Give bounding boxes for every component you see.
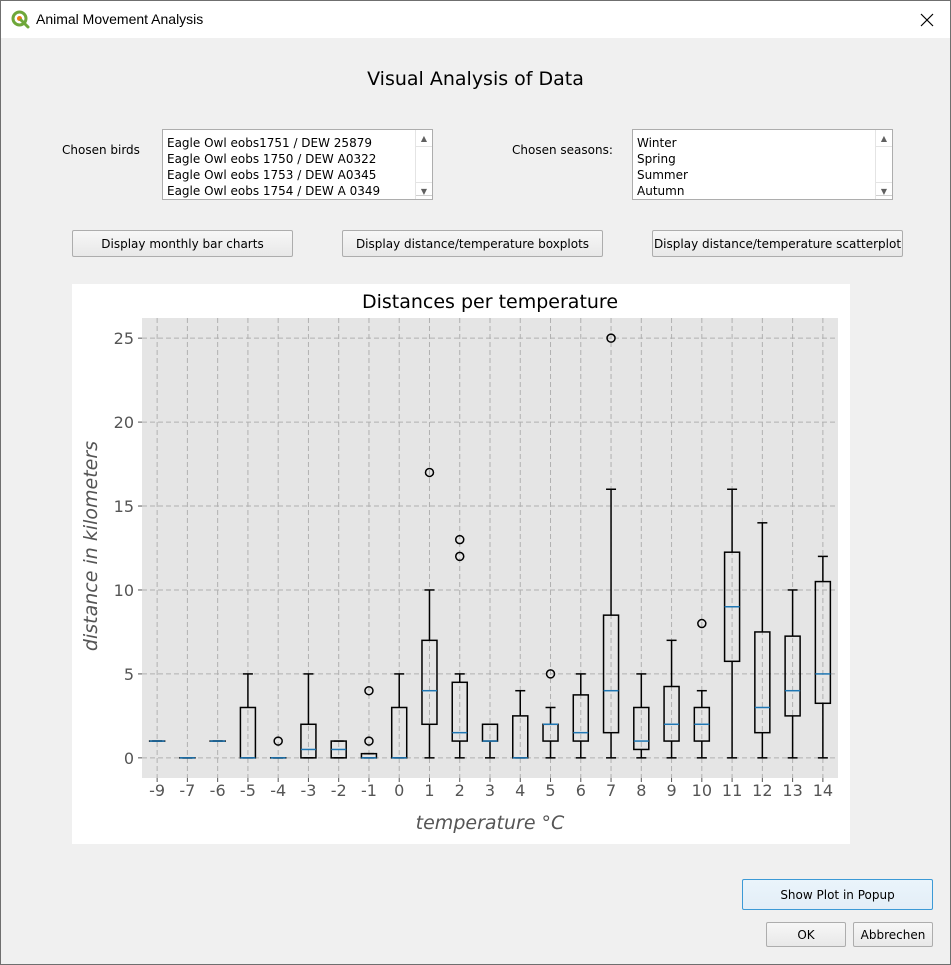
x-tick-label: -3	[300, 781, 316, 800]
x-tick-label: 2	[455, 781, 465, 800]
x-tick-label: -7	[179, 781, 195, 800]
cancel-button[interactable]: Abbrechen	[853, 922, 933, 947]
birds-label: Chosen birds	[62, 143, 140, 157]
y-axis-label: distance in kilometers	[80, 441, 102, 651]
x-tick-label: -2	[331, 781, 347, 800]
x-axis-label: temperature °C	[416, 812, 565, 834]
page-heading: Visual Analysis of Data	[367, 68, 584, 90]
plot-canvas: Distances per temperature 0 5 10 15 20 25 -9-…	[72, 284, 850, 844]
x-tick-label: 11	[722, 781, 742, 800]
window-title: Animal Movement Analysis	[36, 11, 204, 27]
x-tick-label: 1	[424, 781, 434, 800]
bird-list-item[interactable]: Eagle Owl eobs 1754 / DEW A 0349	[167, 183, 380, 199]
show-plot-popup-button[interactable]: Show Plot in Popup	[742, 879, 933, 910]
y-tick-label: 0	[124, 749, 134, 768]
qgis-logo-icon	[11, 10, 30, 29]
x-tick-label: 8	[636, 781, 646, 800]
seasons-list-items: Winter Spring Summer Autumn	[637, 135, 688, 199]
seasons-label: Chosen seasons:	[512, 143, 613, 157]
x-tick-label: 3	[485, 781, 495, 800]
x-tick-label: -4	[270, 781, 286, 800]
season-list-item[interactable]: Autumn	[637, 183, 688, 199]
close-button[interactable]	[904, 1, 950, 38]
bird-list-item[interactable]: Eagle Owl eobs 1750 / DEW A0322	[167, 151, 380, 167]
scroll-down-arrow-icon[interactable]: ▼	[416, 182, 432, 199]
y-tick-label: 5	[124, 665, 134, 684]
y-tick-label: 25	[114, 329, 134, 348]
x-tick-label: 9	[666, 781, 676, 800]
y-tick-label: 10	[114, 581, 134, 600]
seasons-listbox[interactable]: Winter Spring Summer Autumn ▲ ▼	[632, 129, 893, 200]
scroll-up-arrow-icon[interactable]: ▲	[416, 130, 432, 147]
x-tick-label: 14	[813, 781, 833, 800]
x-tick-label: -6	[210, 781, 226, 800]
x-tick-label: 7	[606, 781, 616, 800]
scroll-down-arrow-icon[interactable]: ▼	[876, 182, 892, 199]
display-bar-charts-button[interactable]: Display monthly bar charts	[72, 230, 293, 257]
display-scatterplot-button[interactable]: Display distance/temperature scatterplot	[652, 230, 903, 257]
x-tick-label: 12	[752, 781, 772, 800]
y-tick-label: 20	[114, 413, 134, 432]
ok-button[interactable]: OK	[766, 922, 846, 947]
chart-title: Distances per temperature	[362, 291, 618, 313]
x-tick-label: 10	[692, 781, 712, 800]
season-list-item[interactable]: Spring	[637, 151, 688, 167]
x-tick-label: -5	[240, 781, 256, 800]
x-tick-label: -9	[149, 781, 165, 800]
x-tick-label: 13	[782, 781, 802, 800]
scroll-track[interactable]	[416, 147, 432, 196]
plot-area	[142, 318, 838, 778]
close-icon	[920, 13, 934, 26]
display-boxplots-button[interactable]: Display distance/temperature boxplots	[342, 230, 603, 257]
birds-listbox[interactable]: Eagle Owl eobs1751 / DEW 25879 Eagle Owl …	[162, 129, 433, 200]
y-tick-label: 15	[114, 497, 134, 516]
x-axis-ticks: -9 -7 -6 -5 -4 -3 -2 -1 0 1 2 3 4 5 6 7 8 9 10 11 12 13 14	[149, 778, 833, 800]
x-tick-label: 6	[576, 781, 586, 800]
season-list-item[interactable]: Winter	[637, 135, 688, 151]
birds-list-items: Eagle Owl eobs1751 / DEW 25879 Eagle Owl …	[167, 135, 380, 199]
x-tick-label: 0	[394, 781, 404, 800]
scroll-track[interactable]	[876, 147, 892, 196]
x-tick-label: -1	[361, 781, 377, 800]
birds-scrollbar[interactable]: ▲ ▼	[415, 130, 432, 199]
scroll-up-arrow-icon[interactable]: ▲	[876, 130, 892, 147]
boxplot-chart: Distances per temperature 0510152025 -9-…	[80, 291, 838, 834]
bird-list-item[interactable]: Eagle Owl eobs1751 / DEW 25879	[167, 135, 380, 151]
dialog-window: Animal Movement Analysis Visual Analysis…	[0, 0, 951, 965]
y-axis-ticks: 0 5 10 15 20 25	[114, 329, 142, 768]
x-tick-label: 5	[545, 781, 555, 800]
x-tick-label: 4	[515, 781, 525, 800]
seasons-scrollbar[interactable]: ▲ ▼	[875, 130, 892, 199]
title-bar: Animal Movement Analysis	[1, 1, 950, 38]
season-list-item[interactable]: Summer	[637, 167, 688, 183]
bird-list-item[interactable]: Eagle Owl eobs 1753 / DEW A0345	[167, 167, 380, 183]
